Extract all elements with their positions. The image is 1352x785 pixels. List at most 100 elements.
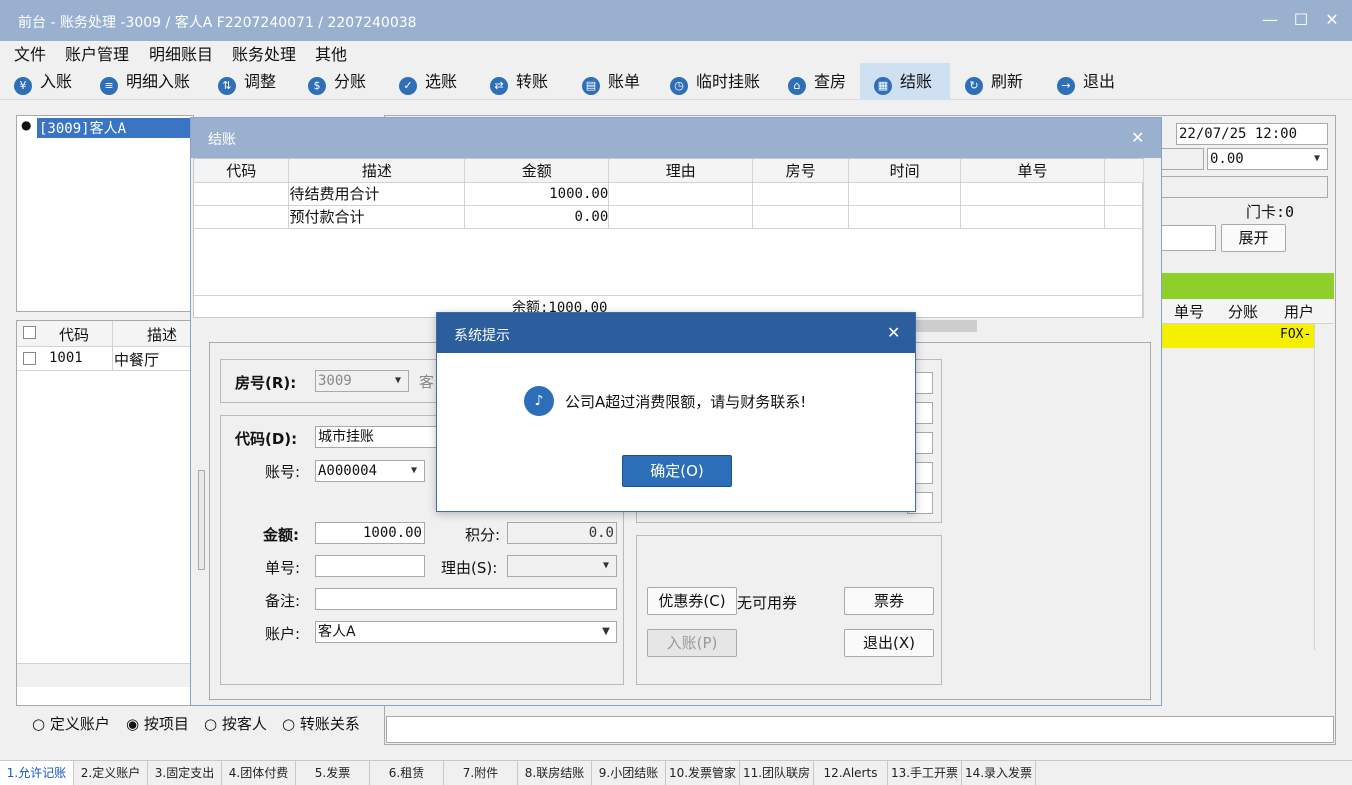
close-icon[interactable]: ✕	[1131, 128, 1144, 147]
checkout-label: 结账	[900, 72, 933, 91]
tree-item-guest[interactable]: [3009]客人A	[37, 118, 197, 138]
vertical-scrollbar[interactable]	[1143, 158, 1161, 318]
refresh-button[interactable]: ↻ 刷新	[965, 63, 1023, 100]
split-icon: $	[308, 77, 326, 95]
maximize-icon[interactable]: ☐	[1289, 8, 1313, 32]
exit-checkout-button[interactable]: 退出(X)	[844, 629, 934, 657]
chevron-down-icon: ▼	[410, 465, 418, 476]
temp-hold-button[interactable]: ◷ 临时挂账	[670, 63, 760, 100]
exit-button[interactable]: → 退出	[1057, 63, 1115, 100]
transfer-button[interactable]: ⇄ 转账	[490, 63, 548, 100]
tab-group-pay[interactable]: 4.团体付费	[222, 761, 296, 785]
table-row-highlighted[interactable]: FOX-	[1160, 324, 1314, 348]
expand-button[interactable]: 展开	[1221, 224, 1286, 252]
split-button[interactable]: $ 分账	[308, 63, 366, 100]
col-room: 房号	[752, 159, 850, 183]
account-no-select[interactable]: A000004 ▼	[315, 460, 425, 482]
tab-define-account[interactable]: 2.定义账户	[74, 761, 148, 785]
check-room-button[interactable]: ⌂ 查房	[788, 63, 846, 100]
chevron-down-icon: ▼	[602, 560, 610, 571]
tab-alerts[interactable]: 12.Alerts	[814, 761, 888, 785]
datetime-field[interactable]: 22/07/25 12:00	[1176, 123, 1328, 145]
title-bar: 前台 - 账务处理 -3009 / 客人A F2207240071 / 2207…	[0, 0, 1352, 41]
close-icon[interactable]: ✕	[1320, 8, 1344, 32]
reason-label: 理由(S):	[441, 559, 498, 577]
menu-file[interactable]: 文件	[14, 41, 46, 65]
select-all-checkbox[interactable]	[23, 326, 36, 339]
table-row[interactable]: 1001 中餐厅	[17, 347, 195, 371]
remark-label: 备注:	[265, 592, 301, 610]
row-checkbox[interactable]	[23, 352, 36, 365]
amount-field[interactable]: 1000.00	[315, 522, 425, 544]
detail-post-button[interactable]: ≡ 明细入账	[100, 63, 190, 100]
refresh-label: 刷新	[991, 72, 1024, 91]
row-amount: 0.00	[464, 205, 610, 229]
coupon-button[interactable]: 优惠券(C)	[647, 587, 737, 615]
tab-team-linked-room[interactable]: 11.团队联房	[740, 761, 814, 785]
ticket-button[interactable]: 票券	[844, 587, 934, 615]
bill-button[interactable]: ▤ 账单	[582, 63, 640, 100]
account-value: 客人A	[318, 624, 356, 640]
house-icon: ⌂	[788, 77, 806, 95]
order-no-field[interactable]	[315, 555, 425, 577]
table-row[interactable]: 待结费用合计 1000.00	[194, 182, 1145, 206]
checkout-grid-header: 代码 描述 金额 理由 房号 时间 单号	[194, 159, 1145, 183]
yen-icon: ¥	[14, 77, 32, 95]
radio-by-guest[interactable]: ○ 按客人	[204, 713, 267, 734]
right-list-header: 单号 分账 用户	[1160, 299, 1334, 324]
tab-manual-invoice[interactable]: 13.手工开票	[888, 761, 962, 785]
tab-invoice-manager[interactable]: 10.发票管家	[666, 761, 740, 785]
amount-select[interactable]: 0.00 ▼	[1207, 148, 1328, 170]
select-button[interactable]: ✓ 选账	[399, 63, 457, 100]
radio-guest-label: 按客人	[221, 715, 267, 733]
window-title: 前台 - 账务处理 -3009 / 客人A F2207240071 / 2207…	[18, 15, 417, 31]
table-row[interactable]: 预付款合计 0.00	[194, 205, 1145, 229]
splitter-handle[interactable]	[198, 470, 205, 570]
tab-attachment[interactable]: 7.附件	[444, 761, 518, 785]
code-field[interactable]: 城市挂账	[315, 426, 439, 448]
checkout-button[interactable]: ▦ 结账	[860, 63, 950, 100]
menu-account-mgmt[interactable]: 账户管理	[65, 41, 129, 65]
close-icon[interactable]: ✕	[887, 323, 900, 342]
radio-define-account[interactable]: ○ 定义账户	[32, 713, 110, 734]
account-no-label: 账号:	[265, 463, 301, 481]
row-desc: 预付款合计	[288, 205, 466, 229]
tab-lease[interactable]: 6.租赁	[370, 761, 444, 785]
radio-transfer-relation[interactable]: ○ 转账关系	[282, 713, 360, 734]
menu-detail[interactable]: 明细账目	[149, 41, 213, 65]
radio-by-item[interactable]: ◉ 按项目	[126, 713, 189, 734]
menu-accounting[interactable]: 账务处理	[232, 41, 296, 65]
radio-item-label: 按项目	[143, 715, 189, 733]
adjust-label: 调整	[244, 72, 277, 91]
check-room-label: 查房	[814, 72, 847, 91]
tab-fixed-expense[interactable]: 3.固定支出	[148, 761, 222, 785]
remark-field[interactable]	[315, 588, 617, 610]
menu-other[interactable]: 其他	[315, 41, 347, 65]
adjust-icon: ⇅	[218, 77, 236, 95]
radio-define-label: 定义账户	[49, 715, 110, 733]
search-field[interactable]	[1160, 225, 1216, 251]
minimize-icon[interactable]: —	[1258, 8, 1282, 32]
col-time: 时间	[848, 159, 962, 183]
amount-select-value: 0.00	[1210, 151, 1244, 167]
tab-small-group-checkout[interactable]: 9.小团结账	[592, 761, 666, 785]
room-label: 房号(R):	[235, 374, 297, 392]
coupon-status: 无可用券	[737, 594, 798, 612]
col-code: 代码	[194, 159, 290, 183]
account-select[interactable]: 客人A ▼	[315, 621, 617, 643]
transfer-label: 转账	[516, 72, 549, 91]
adjust-button[interactable]: ⇅ 调整	[218, 63, 276, 100]
tab-linked-room-checkout[interactable]: 8.联房结账	[518, 761, 592, 785]
database-icon: ▦	[874, 77, 892, 95]
view-mode-radios: ○ 定义账户 ◉ 按项目 ○ 按客人 ○ 转账关系	[30, 713, 390, 735]
checkout-titlebar: 结账 ✕	[191, 118, 1161, 158]
post-button[interactable]: ¥ 入账	[14, 63, 72, 100]
vertical-scrollbar[interactable]	[1314, 324, 1334, 650]
tab-invoice[interactable]: 5.发票	[296, 761, 370, 785]
post-label: 入账	[40, 72, 73, 91]
tab-enter-invoice[interactable]: 14.录入发票	[962, 761, 1036, 785]
tab-allow-posting[interactable]: 1.允许记账	[0, 761, 74, 785]
dialog-title: 系统提示	[454, 328, 510, 344]
horizontal-scrollbar[interactable]	[17, 663, 195, 687]
ok-button[interactable]: 确定(O)	[622, 455, 732, 487]
